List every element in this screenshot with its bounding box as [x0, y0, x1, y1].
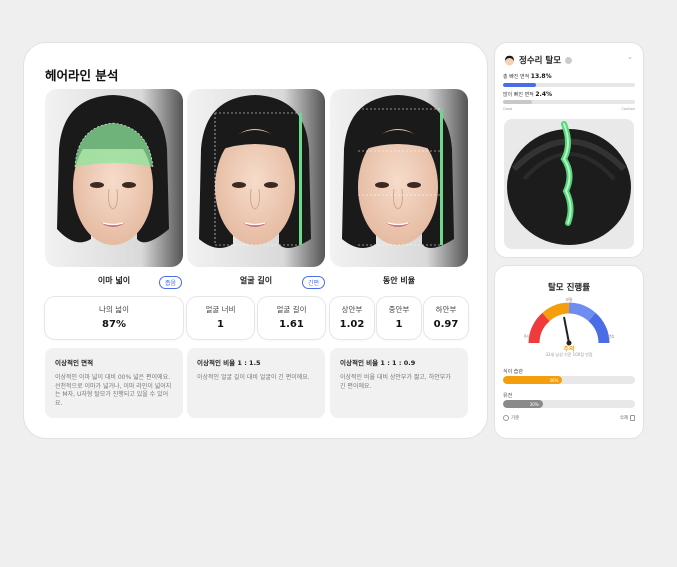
stat-total: 총 빠진 면적 13.8% — [503, 73, 552, 80]
face-length-photo — [187, 89, 325, 267]
hairline-analysis-card: 헤어라인 분석 이마 넓이 좁음 얼굴 길이 긴편 동안 비율 나의 넓이 87… — [24, 43, 487, 438]
desc-title: 이상적인 비율 1 : 1 : 0.9 — [340, 359, 416, 367]
forehead-badge: 좁음 — [159, 276, 183, 289]
scale-left-label: Good — [503, 107, 513, 111]
chevron-down-icon[interactable]: ⌄ — [627, 53, 633, 61]
scalp-photo — [504, 119, 634, 249]
forehead-width-label: 이마 넓이 — [97, 276, 131, 285]
gauge-chart: 보통 주의 양호 — [524, 296, 614, 346]
desc-forehead: 이상적인 면적 이상적인 이마 넓이 대비 00% 넓은 편이에요. 선천적으로… — [45, 348, 183, 418]
total-loss-bar-fill — [503, 83, 536, 87]
metric-value: 0.97 — [433, 319, 459, 330]
metric-my-width: 나의 넓이 87% — [45, 297, 183, 339]
metric-label: 나의 넓이 — [99, 305, 129, 314]
crown-title: 정수리 탈모 — [519, 56, 562, 66]
face-ratio-label: 동안 비율 — [382, 276, 416, 285]
metric-label: 중안부 — [388, 305, 410, 314]
heavy-loss-bar-fill — [503, 100, 533, 104]
diet-bar-fill: 36% — [503, 376, 563, 384]
diet-bar-value: 36% — [549, 378, 559, 383]
face-length-label: 얼굴 길이 — [239, 276, 273, 285]
metric-value: 1.61 — [279, 319, 304, 330]
genetic-bar-value: 30% — [529, 402, 539, 407]
info-icon[interactable] — [565, 56, 573, 64]
metric-upper: 상안부 1.02 — [330, 297, 374, 339]
scale-right-label: Caution — [621, 107, 635, 111]
progress-title: 탈모 진행률 — [547, 283, 591, 293]
metric-label: 얼굴 길이 — [276, 305, 307, 314]
forehead-photo — [45, 89, 183, 267]
metric-value: 1.02 — [339, 319, 365, 330]
metric-value: 87% — [102, 319, 126, 330]
gauge-subtext: 33세 남성 기준 100점 만점 — [545, 352, 593, 357]
metric-label: 얼굴 너비 — [205, 305, 236, 314]
metric-face-width: 얼굴 너비 1 — [187, 297, 254, 339]
bar-genetic-label: 유전 — [503, 393, 513, 399]
bar-diet-label: 식이 습관 — [503, 369, 523, 375]
face-ratio-photo — [330, 89, 468, 267]
gauge-top-label: 보통 — [565, 296, 573, 302]
metric-value: 1 — [395, 319, 403, 330]
desc-text: 이상적인 얼굴 길이 대비 얼굴이 긴 편이에요. — [197, 374, 310, 381]
diet-bar: 36% — [503, 376, 635, 384]
desc-title: 이상적인 면적 — [55, 359, 94, 367]
genetic-bar-fill: 30% — [503, 400, 543, 408]
criteria-button[interactable]: 기준 — [503, 415, 519, 421]
trash-icon — [630, 415, 635, 421]
crown-header: 정수리 탈모 — [504, 54, 573, 66]
stat-heavy: 많이 빠진 면적 2.4% — [503, 91, 553, 98]
desc-title: 이상적인 비율 1 : 1.5 — [197, 359, 261, 367]
desc-text: 이상적인 비율 대비 상안부가 짧고, 하안부가 긴 편이에요. — [340, 374, 451, 390]
metric-label: 상안부 — [341, 305, 363, 314]
face-length-badge: 긴편 — [302, 276, 326, 289]
metric-middle: 중안부 1 — [377, 297, 421, 339]
metric-value: 1 — [217, 319, 224, 330]
avatar-icon — [505, 55, 514, 65]
desc-face-length: 이상적인 비율 1 : 1.5 이상적인 얼굴 길이 대비 얼굴이 긴 편이에요… — [187, 348, 325, 418]
gauge-needle — [563, 316, 570, 344]
total-loss-bar — [503, 83, 635, 87]
page-title: 헤어라인 분석 — [45, 68, 119, 83]
heavy-loss-bar — [503, 100, 635, 104]
desc-text: 이상적인 이마 넓이 대비 00% 넓은 편이에요. 선천적으로 이마가 넓거나… — [55, 374, 172, 408]
gauge-left-label: 주의 — [524, 333, 531, 339]
crown-hairloss-card[interactable]: 정수리 탈모 ⌄ 총 빠진 면적 13.8% 많이 빠진 면적 2.4% Goo… — [495, 43, 643, 257]
gauge-right-label: 양호 — [607, 333, 614, 339]
genetic-bar: 30% — [503, 400, 635, 408]
info-circle-icon — [503, 415, 509, 421]
desc-face-ratio: 이상적인 비율 1 : 1 : 0.9 이상적인 비율 대비 상안부가 짧고, … — [330, 348, 468, 418]
metric-face-length: 얼굴 길이 1.61 — [258, 297, 325, 339]
hairloss-progress-card: 탈모 진행률 보통 주의 양호 주의 33세 남성 기준 100점 만점 식이 … — [495, 266, 643, 438]
metric-lower: 하안부 0.97 — [424, 297, 468, 339]
metric-label: 하안부 — [435, 305, 457, 314]
delete-button[interactable]: 삭제 — [620, 415, 635, 421]
